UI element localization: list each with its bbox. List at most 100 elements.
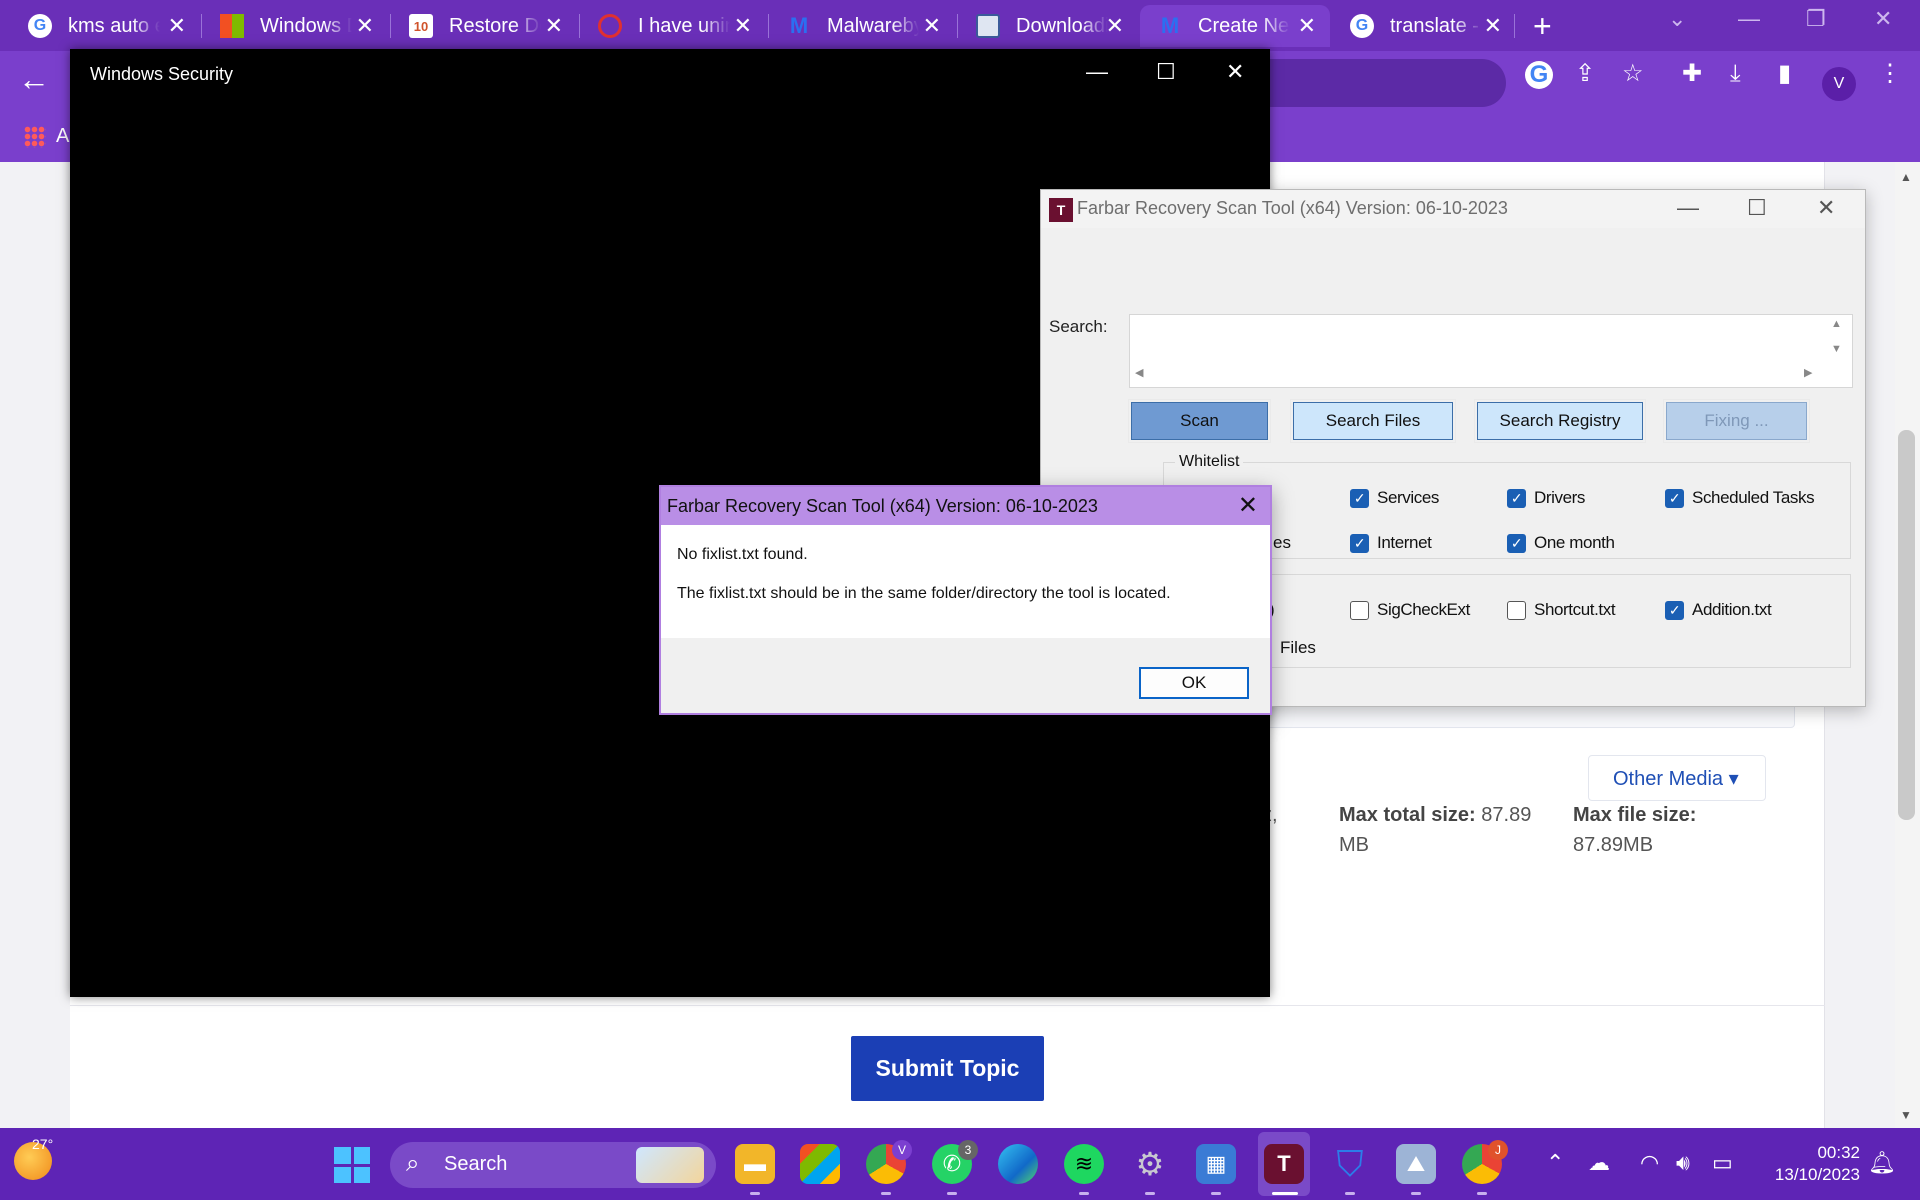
start-windows-icon[interactable] bbox=[334, 1147, 370, 1183]
checkbox-label: Drivers bbox=[1534, 488, 1586, 507]
restore-icon[interactable]: ❐ bbox=[1806, 6, 1826, 32]
tab-create-new-topic[interactable]: M Create Nev ✕ bbox=[1140, 5, 1330, 47]
battery-icon[interactable]: ▭ bbox=[1712, 1150, 1733, 1176]
image-viewer-icon[interactable]: ⛰ bbox=[1396, 1144, 1436, 1184]
checkbox-box bbox=[1507, 600, 1526, 620]
tab-close-icon[interactable]: ✕ bbox=[545, 13, 563, 39]
tab-kms-auto[interactable]: G kms auto e ✕ bbox=[10, 5, 200, 47]
minimize-icon[interactable]: — bbox=[1677, 195, 1699, 221]
services-checkbox[interactable]: ✓ Services bbox=[1350, 488, 1439, 508]
spotify-icon[interactable]: ≋ bbox=[1064, 1144, 1104, 1184]
tab-search-chevron-icon[interactable]: ⌄ bbox=[1668, 6, 1686, 32]
search-registry-button[interactable]: Search Registry bbox=[1474, 399, 1646, 443]
close-icon[interactable]: ✕ bbox=[1817, 195, 1835, 221]
browser-tab-strip: G kms auto e ✕ Windows D ✕ 10 Restore De… bbox=[0, 0, 1920, 51]
internet-checkbox[interactable]: ✓ Internet bbox=[1350, 533, 1432, 553]
tab-close-icon[interactable]: ✕ bbox=[734, 13, 752, 39]
frst-app-icon[interactable]: T bbox=[1264, 1144, 1304, 1184]
scheduled-tasks-checkbox[interactable]: ✓ Scheduled Tasks bbox=[1665, 488, 1815, 508]
tab-restore-default[interactable]: 10 Restore De ✕ bbox=[391, 5, 577, 47]
frst-titlebar: T Farbar Recovery Scan Tool (x64) Versio… bbox=[1041, 190, 1865, 228]
scan-button[interactable]: Scan bbox=[1128, 399, 1271, 443]
bookmark-item[interactable]: A bbox=[56, 125, 69, 148]
minimize-icon[interactable]: — bbox=[1086, 59, 1108, 85]
tab-close-icon[interactable]: ✕ bbox=[168, 13, 186, 39]
search-files-button[interactable]: Search Files bbox=[1290, 399, 1456, 443]
volume-icon[interactable]: 🔊︎ bbox=[1676, 1150, 1690, 1176]
wifi-icon[interactable]: ◠ bbox=[1640, 1150, 1659, 1176]
maximize-icon[interactable]: ☐ bbox=[1747, 195, 1767, 221]
tab-close-icon[interactable]: ✕ bbox=[1298, 13, 1316, 39]
chevron-up-icon[interactable]: ⌃ bbox=[1546, 1150, 1564, 1176]
dialog-title: Farbar Recovery Scan Tool (x64) Version:… bbox=[667, 496, 1098, 516]
menu-kebab-icon[interactable]: ⋮ bbox=[1878, 59, 1902, 89]
tab-close-icon[interactable]: ✕ bbox=[356, 13, 374, 39]
notification-bell-icon[interactable]: 🔔︎ bbox=[1868, 1150, 1896, 1176]
scroll-up-icon[interactable]: ▲ bbox=[1900, 170, 1912, 184]
share-icon[interactable]: ⇪ bbox=[1575, 59, 1595, 89]
tab-malwarebytes[interactable]: M Malwareby ✕ bbox=[769, 5, 955, 47]
chrome-profile-badge: J bbox=[1488, 1140, 1508, 1160]
scroll-down-icon[interactable]: ▼ bbox=[1831, 343, 1842, 355]
clock[interactable]: 00:32 13/10/2023 bbox=[1760, 1142, 1860, 1186]
download-icon[interactable]: ⤓ bbox=[1730, 59, 1741, 89]
one-month-checkbox[interactable]: ✓ One month bbox=[1507, 533, 1615, 553]
apps-grid-icon[interactable] bbox=[24, 126, 46, 148]
ok-button[interactable]: OK bbox=[1139, 667, 1249, 699]
search-input[interactable] bbox=[1129, 314, 1853, 388]
checkmark-icon: ✓ bbox=[1350, 533, 1369, 553]
fixing-button: Fixing ... bbox=[1663, 399, 1810, 443]
bookmark-star-icon[interactable]: ☆ bbox=[1622, 59, 1644, 89]
settings-gear-icon[interactable]: ⚙ bbox=[1130, 1144, 1170, 1184]
sigcheckext-checkbox[interactable]: SigCheckExt bbox=[1350, 600, 1470, 620]
file-explorer-icon[interactable]: ▬ bbox=[735, 1144, 775, 1184]
tab-close-icon[interactable]: ✕ bbox=[1106, 13, 1124, 39]
tab-downloading[interactable]: Downloadi ✕ bbox=[958, 5, 1138, 47]
extensions-puzzle-icon[interactable]: ✚ bbox=[1682, 59, 1702, 89]
tab-label: kms auto e bbox=[68, 14, 160, 37]
truncated-label: Files bbox=[1280, 638, 1316, 657]
taskbar-search[interactable]: ⌕ Search bbox=[390, 1142, 716, 1188]
close-icon[interactable]: ✕ bbox=[1874, 6, 1892, 32]
tab-close-icon[interactable]: ✕ bbox=[923, 13, 941, 39]
running-indicator bbox=[1345, 1192, 1355, 1195]
shortcut-checkbox[interactable]: Shortcut.txt bbox=[1507, 600, 1616, 620]
active-indicator bbox=[1272, 1192, 1298, 1195]
control-panel-icon[interactable]: ▦ bbox=[1196, 1144, 1236, 1184]
malwarebytes-icon: M bbox=[789, 13, 809, 38]
close-icon[interactable]: ✕ bbox=[1226, 59, 1244, 85]
clock-date: 13/10/2023 bbox=[1774, 1165, 1860, 1184]
address-bar[interactable] bbox=[1270, 59, 1506, 107]
scroll-down-icon[interactable]: ▼ bbox=[1900, 1108, 1912, 1122]
submit-topic-button[interactable]: Submit Topic bbox=[851, 1036, 1044, 1101]
side-panel-icon[interactable]: ▮ bbox=[1778, 59, 1791, 89]
scrollbar-thumb[interactable] bbox=[1898, 430, 1915, 820]
addition-checkbox[interactable]: ✓ Addition.txt bbox=[1665, 600, 1772, 620]
new-tab-plus-icon[interactable]: + bbox=[1533, 8, 1552, 45]
tab-translate[interactable]: G translate - ✕ bbox=[1332, 5, 1516, 47]
other-media-dropdown[interactable]: Other Media ▾ bbox=[1588, 755, 1766, 801]
minimize-icon[interactable]: — bbox=[1738, 6, 1760, 32]
microsoft-store-icon[interactable] bbox=[800, 1144, 840, 1184]
tab-quora[interactable]: I have unin ✕ bbox=[580, 5, 766, 47]
dialog-message-line2: The fixlist.txt should be in the same fo… bbox=[677, 585, 1171, 602]
windows-security-shield-icon[interactable]: ⛉ bbox=[1330, 1143, 1370, 1184]
profile-avatar[interactable]: V bbox=[1822, 67, 1856, 101]
windows-10-icon: 10 bbox=[409, 14, 433, 38]
edge-icon[interactable] bbox=[998, 1144, 1038, 1184]
scroll-up-icon[interactable]: ▲ bbox=[1831, 318, 1842, 330]
tab-close-icon[interactable]: ✕ bbox=[1484, 13, 1502, 39]
onedrive-cloud-icon[interactable]: ☁ bbox=[1588, 1150, 1610, 1176]
scroll-right-icon[interactable]: ▶ bbox=[1804, 366, 1812, 379]
running-indicator bbox=[1211, 1192, 1221, 1195]
google-lens-icon[interactable]: G bbox=[1525, 61, 1553, 89]
clock-time: 00:32 bbox=[1817, 1143, 1860, 1162]
max-file-size-value: 87.89MB bbox=[1573, 834, 1654, 856]
drivers-checkbox[interactable]: ✓ Drivers bbox=[1507, 488, 1585, 508]
close-icon[interactable]: ✕ bbox=[1238, 491, 1258, 520]
whitelist-title: Whitelist bbox=[1175, 453, 1244, 471]
back-arrow-icon[interactable]: ← bbox=[18, 61, 50, 98]
tab-windows-defender[interactable]: Windows D ✕ bbox=[202, 5, 388, 47]
maximize-icon[interactable]: ☐ bbox=[1156, 59, 1176, 85]
scroll-left-icon[interactable]: ◀ bbox=[1135, 366, 1143, 379]
